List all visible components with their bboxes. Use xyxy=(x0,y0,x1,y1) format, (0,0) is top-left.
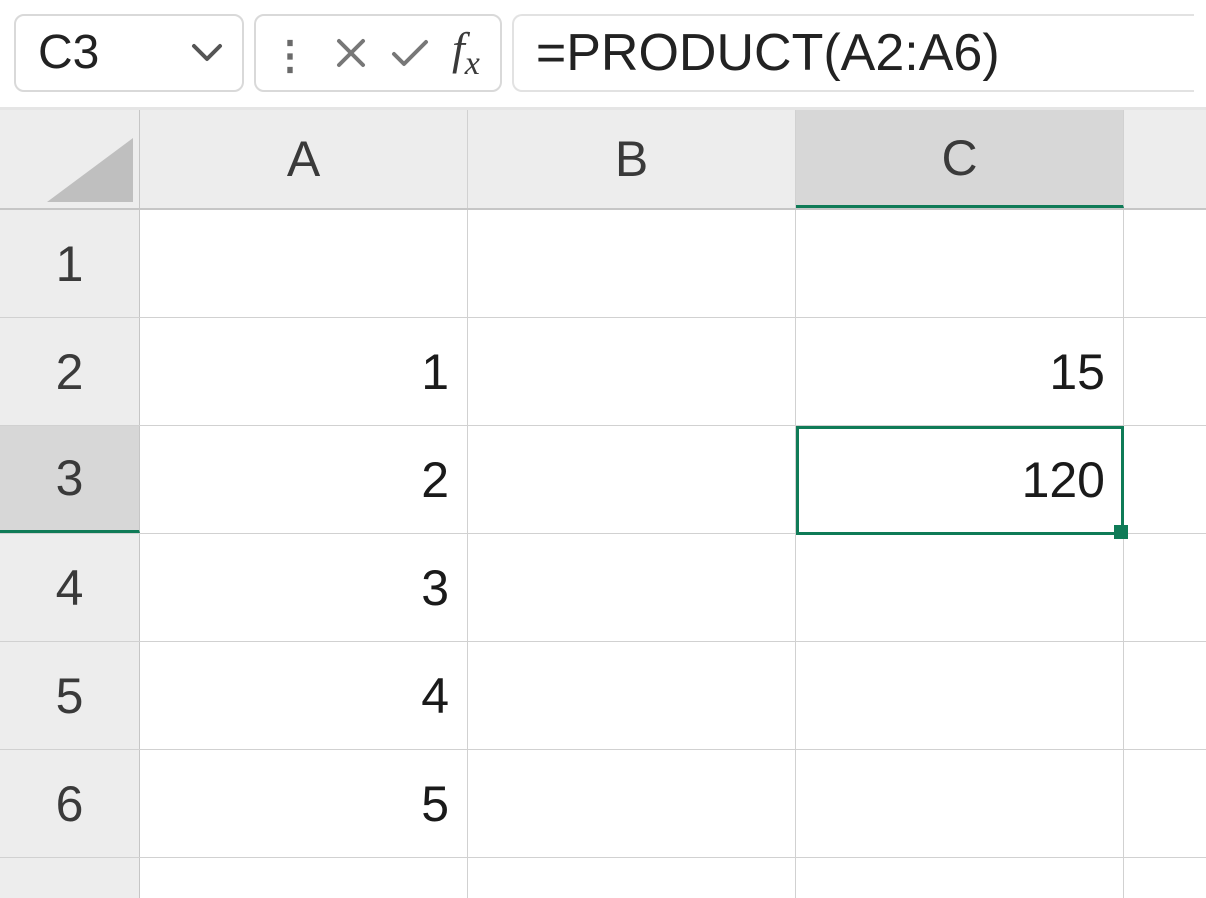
row-header-5[interactable]: 5 xyxy=(0,642,140,749)
formula-bar-buttons: ⋮ fx xyxy=(254,14,502,92)
cell-B2[interactable] xyxy=(468,318,796,425)
row-header-7[interactable] xyxy=(0,858,140,898)
name-box-value: C3 xyxy=(38,25,99,80)
name-box[interactable]: C3 xyxy=(14,14,244,92)
spreadsheet-grid[interactable]: A B C 1 2 1 15 3 2 120 4 3 5 4 xyxy=(0,110,1206,898)
column-header-C[interactable]: C xyxy=(796,110,1124,208)
cell-D5[interactable] xyxy=(1124,642,1206,749)
cell-D2[interactable] xyxy=(1124,318,1206,425)
cell-A1[interactable] xyxy=(140,210,468,317)
cell-C3[interactable]: 120 xyxy=(796,426,1124,533)
formula-bar: C3 ⋮ fx =PRODUCT(A2:A6) xyxy=(0,0,1206,110)
cell-D7[interactable] xyxy=(1124,858,1206,898)
row-header-4[interactable]: 4 xyxy=(0,534,140,641)
grid-row: 6 5 xyxy=(0,750,1206,858)
row-header-6[interactable]: 6 xyxy=(0,750,140,857)
formula-input[interactable]: =PRODUCT(A2:A6) xyxy=(512,14,1194,92)
cell-C1[interactable] xyxy=(796,210,1124,317)
row-header-1[interactable]: 1 xyxy=(0,210,140,317)
cell-A7[interactable] xyxy=(140,858,468,898)
cell-A2[interactable]: 1 xyxy=(140,318,468,425)
row-header-2[interactable]: 2 xyxy=(0,318,140,425)
grid-row: 5 4 xyxy=(0,642,1206,750)
cell-C5[interactable] xyxy=(796,642,1124,749)
cell-D1[interactable] xyxy=(1124,210,1206,317)
column-header-B[interactable]: B xyxy=(468,110,796,208)
cancel-icon[interactable] xyxy=(334,36,368,70)
cell-C4[interactable] xyxy=(796,534,1124,641)
insert-function-button[interactable]: fx xyxy=(452,22,486,83)
cell-D3[interactable] xyxy=(1124,426,1206,533)
cell-B3[interactable] xyxy=(468,426,796,533)
grid-row: 1 xyxy=(0,210,1206,318)
select-all-triangle-icon xyxy=(47,138,133,202)
formula-text: =PRODUCT(A2:A6) xyxy=(536,23,1000,83)
cell-A6[interactable]: 5 xyxy=(140,750,468,857)
cell-C6[interactable] xyxy=(796,750,1124,857)
cell-C7[interactable] xyxy=(796,858,1124,898)
column-header-A[interactable]: A xyxy=(140,110,468,208)
column-header-next[interactable] xyxy=(1124,110,1206,208)
select-all-corner[interactable] xyxy=(0,110,140,208)
more-icon[interactable]: ⋮ xyxy=(270,27,312,79)
cell-B6[interactable] xyxy=(468,750,796,857)
cell-C2[interactable]: 15 xyxy=(796,318,1124,425)
grid-row: 2 1 15 xyxy=(0,318,1206,426)
column-header-row: A B C xyxy=(0,110,1206,210)
cell-A5[interactable]: 4 xyxy=(140,642,468,749)
cell-B5[interactable] xyxy=(468,642,796,749)
cell-D4[interactable] xyxy=(1124,534,1206,641)
grid-row xyxy=(0,858,1206,898)
chevron-down-icon[interactable] xyxy=(190,42,224,64)
cell-D6[interactable] xyxy=(1124,750,1206,857)
row-header-3[interactable]: 3 xyxy=(0,426,140,533)
grid-row: 3 2 120 xyxy=(0,426,1206,534)
cell-B4[interactable] xyxy=(468,534,796,641)
cell-A4[interactable]: 3 xyxy=(140,534,468,641)
cell-B7[interactable] xyxy=(468,858,796,898)
cell-A3[interactable]: 2 xyxy=(140,426,468,533)
cell-B1[interactable] xyxy=(468,210,796,317)
grid-row: 4 3 xyxy=(0,534,1206,642)
confirm-icon[interactable] xyxy=(390,36,430,70)
